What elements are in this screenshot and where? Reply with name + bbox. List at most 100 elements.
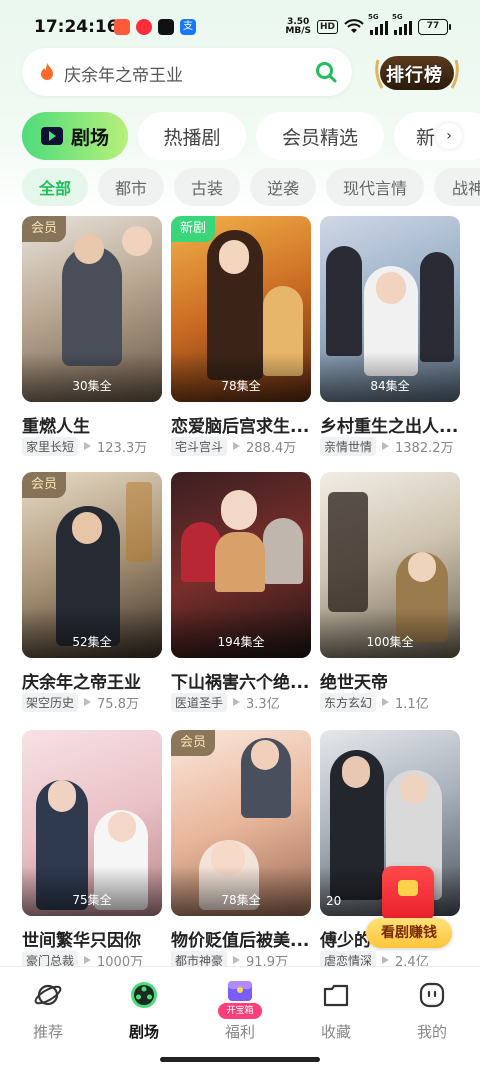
view-count: 1.1亿 [395, 696, 429, 712]
play-count-icon [382, 698, 390, 706]
chevron-right-icon[interactable]: › [436, 123, 462, 149]
search-bar[interactable]: 庆余年之帝王业 [22, 48, 352, 96]
genre-comeback[interactable]: 逆袭 [250, 168, 316, 206]
battery-icon: 77 [418, 19, 451, 35]
poster-image: 75集全 [22, 730, 162, 916]
notification-icons: 支 [114, 19, 196, 35]
genre-city[interactable]: 都市 [98, 168, 164, 206]
play-count-icon [233, 442, 241, 450]
watch-to-earn-button[interactable]: 看剧赚钱 [366, 918, 452, 948]
profile-icon [419, 982, 445, 1008]
treasure-box-icon [228, 981, 252, 1001]
nav-profile[interactable]: 我的 [392, 967, 472, 1057]
app-notification-icon [136, 19, 152, 35]
alipay-icon: 支 [180, 19, 196, 35]
episode-count: 78集全 [221, 379, 261, 393]
drama-meta: 亲情世情 1382.2万 [320, 436, 460, 456]
drama-title: 庆余年之帝王业 [22, 673, 141, 693]
signal-icon: 5G [368, 13, 388, 35]
episode-count: 20 [326, 894, 342, 908]
genre-costume[interactable]: 古装 [174, 168, 240, 206]
home-indicator[interactable] [160, 1057, 320, 1062]
genre-war-god[interactable]: 战神 [434, 168, 480, 206]
play-count-icon [233, 956, 241, 964]
drama-title: 乡村重生之出人... [320, 417, 459, 437]
tab-vip-picks[interactable]: 会员精选 [256, 112, 384, 160]
view-count: 288.4万 [246, 440, 297, 456]
drama-meta: 医道圣手 3.3亿 [171, 692, 311, 712]
poster-image: 84集全 [320, 216, 460, 402]
episode-count: 194集全 [217, 635, 265, 649]
tab-hot-dramas[interactable]: 热播剧 [138, 112, 246, 160]
episode-count: 75集全 [72, 893, 112, 907]
poster-image: 78集全 会员 [171, 730, 311, 916]
main-tabs: 剧场 热播剧 会员精选 新 [0, 112, 480, 160]
episode-count: 52集全 [72, 635, 112, 649]
drama-meta: 东方玄幻 1.1亿 [320, 692, 460, 712]
app-notification-icon [158, 19, 174, 35]
nav-theater[interactable]: 剧场 [104, 967, 184, 1057]
search-placeholder: 庆余年之帝王业 [64, 66, 183, 86]
drama-title: 绝世天帝 [320, 673, 388, 693]
poster-image: 30集全 会员 [22, 216, 162, 402]
drama-title: 世间繁华只因你 [22, 931, 141, 951]
genre-all[interactable]: 全部 [22, 168, 88, 206]
status-bar: 17:24:16 支 3.50 MB/S HD 5G 5G 77 [0, 0, 480, 52]
flame-icon [41, 63, 53, 80]
folder-icon [323, 984, 349, 1007]
play-count-icon [84, 956, 92, 964]
drama-title: 重燃人生 [22, 417, 90, 437]
genre-tag: 医道圣手 [171, 692, 228, 712]
ranking-label: 排行榜 [386, 65, 443, 86]
film-reel-icon [131, 982, 157, 1008]
ranking-button[interactable]: 排行榜 [374, 50, 460, 96]
nav-recommend[interactable]: 推荐 [8, 967, 88, 1057]
view-count: 75.8万 [97, 696, 139, 712]
episode-count: 84集全 [370, 379, 410, 393]
red-envelope-icon[interactable] [382, 866, 434, 922]
search-icon[interactable] [314, 60, 338, 84]
genre-tag: 家里长短 [22, 436, 79, 456]
genre-tag: 架空历史 [22, 692, 79, 712]
drama-title: 物价贬值后被美... [171, 931, 310, 951]
vip-badge: 会员 [171, 730, 216, 756]
genre-tag: 亲情世情 [320, 436, 377, 456]
episode-count: 78集全 [221, 893, 261, 907]
tab-theater[interactable]: 剧场 [22, 112, 128, 160]
poster-image: 100集全 [320, 472, 460, 658]
signal-icon: 5G [392, 13, 412, 35]
play-count-icon [84, 442, 92, 450]
status-indicators: 3.50 MB/S HD 5G 5G 77 [285, 13, 451, 36]
episode-count: 30集全 [72, 379, 112, 393]
genre-tag: 东方玄幻 [320, 692, 377, 712]
episode-count: 100集全 [366, 635, 414, 649]
genre-modern-romance[interactable]: 现代言情 [326, 168, 424, 206]
play-count-icon [233, 698, 241, 706]
planet-icon [34, 984, 62, 1006]
play-count-icon [84, 698, 92, 706]
treasure-badge: 开宝箱 [218, 1003, 262, 1019]
play-count-icon [382, 956, 390, 964]
poster-image: 78集全 新剧 [171, 216, 311, 402]
hd-icon: HD [316, 20, 338, 34]
view-count: 123.3万 [97, 440, 148, 456]
drama-title: 下山祸害六个绝... [171, 673, 310, 693]
play-count-icon [382, 442, 390, 450]
new-badge: 新剧 [171, 216, 216, 242]
genre-filter: 全部 都市 古装 逆袭 现代言情 战神 [0, 168, 480, 206]
status-time: 17:24:16 [34, 17, 119, 37]
drama-title: 恋爱脑后宫求生... [171, 417, 310, 437]
drama-meta: 家里长短 123.3万 [22, 436, 162, 456]
network-speed: 3.50 MB/S [285, 17, 311, 36]
vip-badge: 会员 [22, 472, 67, 498]
genre-tag: 宅斗宫斗 [171, 436, 228, 456]
tv-play-icon [40, 127, 63, 145]
nav-favorites[interactable]: 收藏 [296, 967, 376, 1057]
poster-image: 52集全 会员 [22, 472, 162, 658]
nav-welfare[interactable]: 开宝箱 福利 [200, 967, 280, 1057]
poster-image: 194集全 [171, 472, 311, 658]
app-notification-icon [114, 19, 130, 35]
view-count: 3.3亿 [246, 696, 280, 712]
vip-badge: 会员 [22, 216, 67, 242]
drama-meta: 架空历史 75.8万 [22, 692, 162, 712]
